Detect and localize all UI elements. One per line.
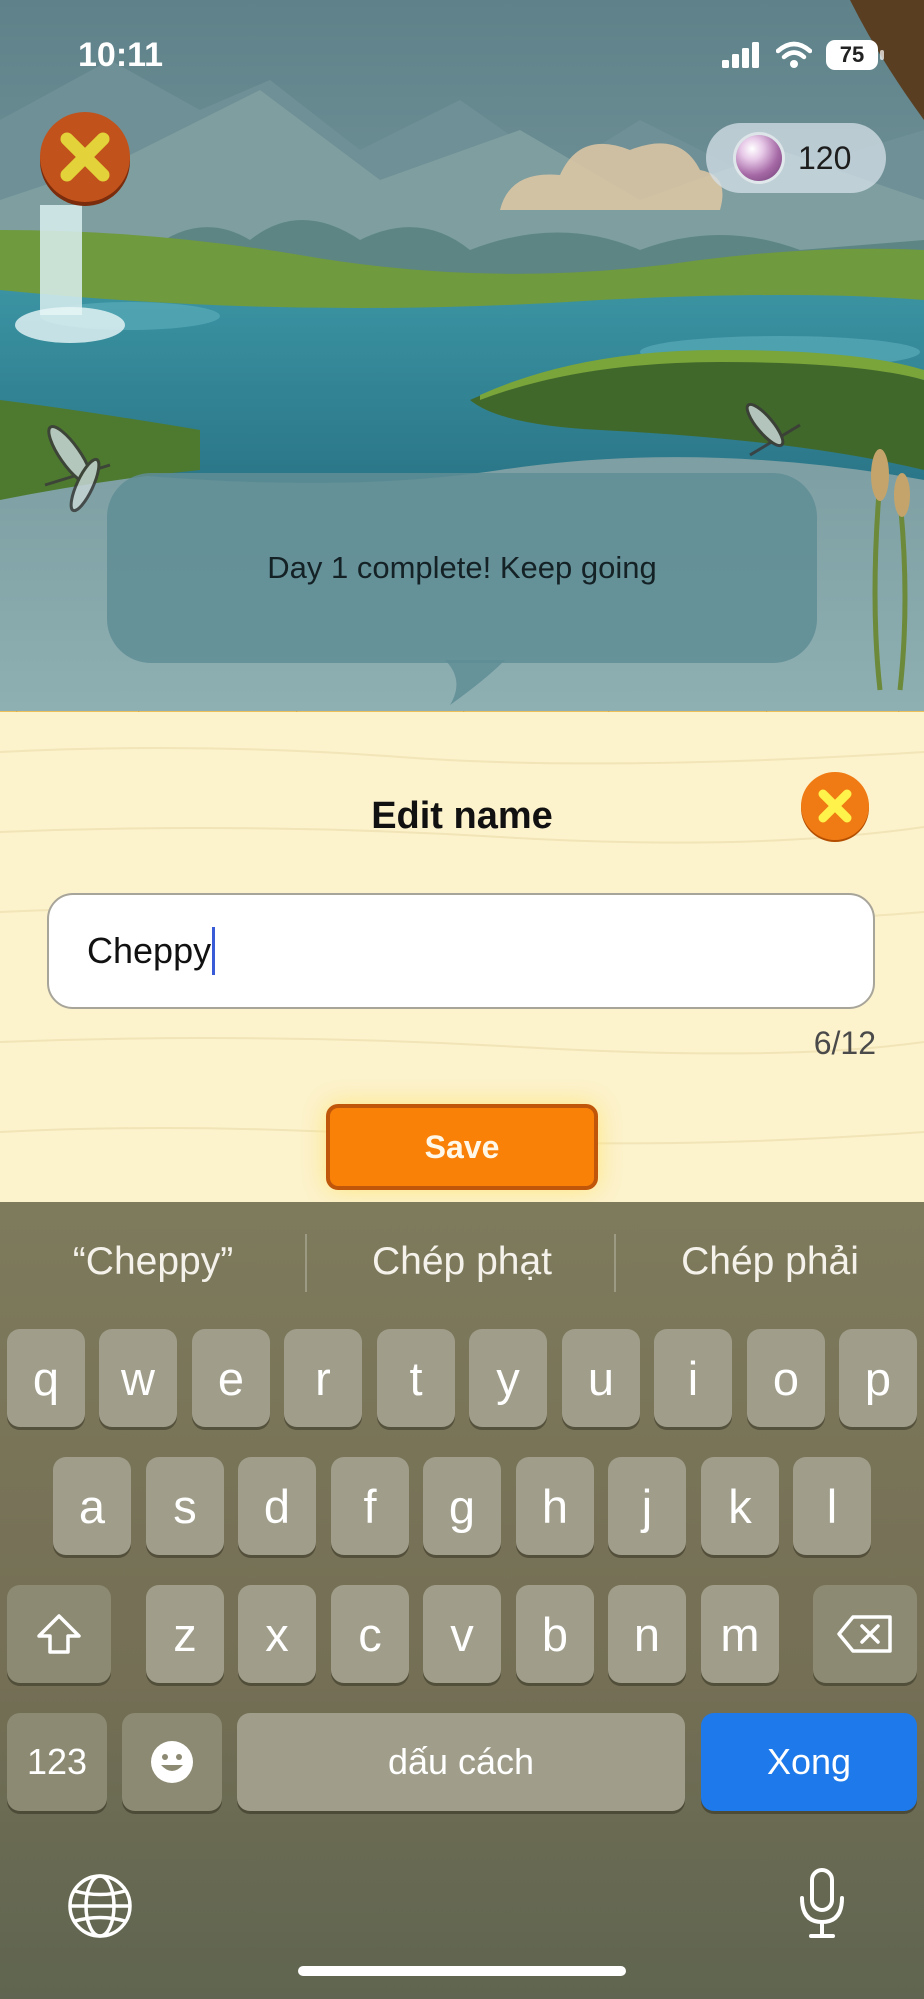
- suggestion-2[interactable]: Chép phạt: [317, 1240, 607, 1284]
- key-n[interactable]: n: [608, 1585, 686, 1683]
- cellular-signal-icon: [722, 42, 759, 68]
- save-button-label: Save: [424, 1128, 500, 1165]
- emoji-icon: [151, 1741, 193, 1783]
- speech-bubble: Day 1 complete! Keep going: [107, 473, 817, 663]
- shift-key[interactable]: [7, 1585, 111, 1683]
- key-m[interactable]: m: [701, 1585, 779, 1683]
- key-d[interactable]: d: [238, 1457, 316, 1555]
- char-counter: 6/12: [813, 1025, 876, 1061]
- suggestion-divider: [614, 1234, 616, 1292]
- home-indicator: [298, 1966, 626, 1976]
- key-i[interactable]: i: [654, 1329, 732, 1427]
- key-o[interactable]: o: [747, 1329, 825, 1427]
- status-icons: 75: [722, 40, 884, 70]
- backspace-key[interactable]: [813, 1585, 917, 1683]
- close-icon: [60, 132, 110, 182]
- key-l[interactable]: l: [793, 1457, 871, 1555]
- key-v[interactable]: v: [423, 1585, 501, 1683]
- key-c[interactable]: c: [331, 1585, 409, 1683]
- shift-icon: [37, 1614, 81, 1654]
- key-e[interactable]: e: [192, 1329, 270, 1427]
- gem-counter[interactable]: 120: [706, 123, 886, 193]
- key-j[interactable]: j: [608, 1457, 686, 1555]
- key-g[interactable]: g: [423, 1457, 501, 1555]
- emoji-key[interactable]: [122, 1713, 222, 1811]
- key-r[interactable]: r: [284, 1329, 362, 1427]
- save-button[interactable]: Save: [326, 1104, 598, 1190]
- key-a[interactable]: a: [53, 1457, 131, 1555]
- key-b[interactable]: b: [516, 1585, 594, 1683]
- key-p[interactable]: p: [839, 1329, 917, 1427]
- numbers-key[interactable]: 123: [7, 1713, 107, 1811]
- panel-title: Edit name: [371, 795, 553, 837]
- wifi-icon: [776, 41, 812, 68]
- gem-icon: [736, 135, 782, 181]
- battery-indicator: 75: [826, 40, 884, 70]
- key-f[interactable]: f: [331, 1457, 409, 1555]
- bubble-text: Day 1 complete! Keep going: [267, 550, 657, 585]
- key-q[interactable]: q: [7, 1329, 85, 1427]
- suggestion-divider: [305, 1234, 307, 1292]
- name-input[interactable]: Cheppy: [47, 893, 875, 1009]
- key-t[interactable]: t: [377, 1329, 455, 1427]
- text-cursor: [212, 927, 216, 975]
- gem-count: 120: [798, 139, 852, 176]
- key-y[interactable]: y: [469, 1329, 547, 1427]
- space-key[interactable]: dấu cách: [237, 1713, 685, 1811]
- close-panel-button[interactable]: [801, 772, 869, 840]
- close-icon: [818, 789, 852, 823]
- key-h[interactable]: h: [516, 1457, 594, 1555]
- suggestion-3[interactable]: Chép phải: [625, 1240, 915, 1284]
- backspace-icon: [837, 1615, 892, 1653]
- key-s[interactable]: s: [146, 1457, 224, 1555]
- done-key[interactable]: Xong: [701, 1713, 917, 1811]
- close-game-button[interactable]: [40, 112, 130, 202]
- key-x[interactable]: x: [238, 1585, 316, 1683]
- name-input-value: Cheppy: [87, 930, 212, 971]
- globe-icon[interactable]: [66, 1872, 134, 1940]
- suggestion-1[interactable]: “Cheppy”: [8, 1240, 298, 1284]
- key-z[interactable]: z: [146, 1585, 224, 1683]
- key-w[interactable]: w: [99, 1329, 177, 1427]
- status-time: 10:11: [78, 36, 164, 74]
- speech-bubble-tail: [445, 660, 505, 705]
- microphone-icon[interactable]: [797, 1866, 847, 1940]
- key-k[interactable]: k: [701, 1457, 779, 1555]
- key-u[interactable]: u: [562, 1329, 640, 1427]
